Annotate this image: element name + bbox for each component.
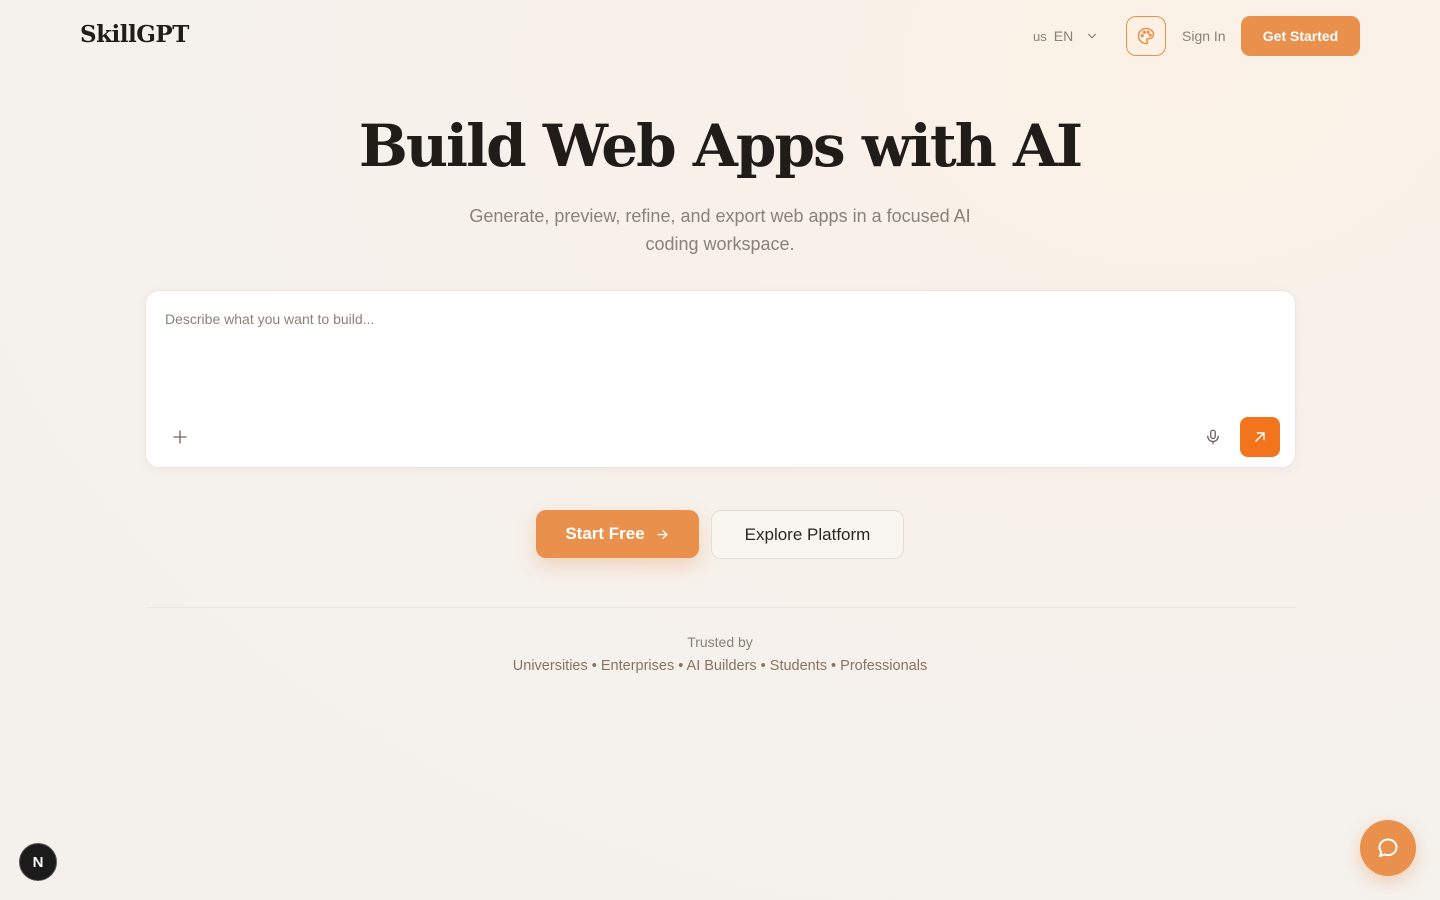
flag-icon: us: [1033, 28, 1047, 44]
prompt-box: [145, 290, 1296, 468]
theme-button[interactable]: [1126, 16, 1166, 56]
plus-icon: [173, 430, 187, 444]
language-code: EN: [1053, 28, 1074, 44]
palette-icon: [1137, 27, 1155, 45]
chat-button[interactable]: [1360, 820, 1416, 876]
trusted-label: Trusted by: [687, 634, 753, 650]
microphone-icon: [1207, 429, 1219, 445]
divider: [145, 607, 1296, 608]
prompt-input[interactable]: [165, 311, 1265, 401]
explore-platform-button[interactable]: Explore Platform: [711, 510, 904, 559]
arrow-up-right-icon: [1255, 432, 1265, 442]
language-selector[interactable]: us EN: [1033, 28, 1099, 44]
hero-title: Build Web Apps with AI: [358, 112, 1083, 180]
trusted-list: Universities • Enterprises • AI Builders…: [512, 658, 928, 674]
attach-button[interactable]: [170, 427, 190, 447]
start-free-label: Start Free: [565, 524, 645, 543]
sign-in-link[interactable]: Sign In: [1182, 28, 1226, 44]
get-started-button[interactable]: Get Started: [1241, 16, 1360, 56]
arrow-right-icon: [657, 529, 668, 539]
chevron-down-icon: [1088, 33, 1097, 39]
chat-bubble-icon: [1378, 838, 1398, 857]
hero-subtitle: Generate, preview, refine, and export we…: [469, 206, 971, 254]
dev-badge[interactable]: N: [19, 843, 57, 881]
send-button[interactable]: [1240, 417, 1280, 457]
start-free-button[interactable]: Start Free: [536, 510, 699, 558]
logo[interactable]: SkillGPT: [80, 21, 189, 48]
microphone-button[interactable]: [1203, 426, 1223, 448]
